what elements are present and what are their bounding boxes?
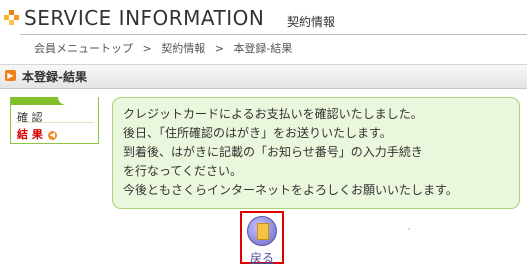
breadcrumb-item-member-menu[interactable]: 会員メニュートップ (34, 42, 133, 55)
message-line: 到着後、はがきに記載の「お知らせ番号」の入力手続き (123, 145, 423, 159)
step-result: 結 果 ◀ (17, 126, 57, 142)
message-line: 今後ともさくらインターネットをよろしくお願いいたします。 (123, 183, 458, 197)
message-box: クレジットカードによるお支払いを確認いたしました。 後日、「住所確認のはがき」を… (112, 97, 520, 209)
message-line: を行なってください。 (123, 164, 243, 178)
breadcrumb-item-current: 本登録-結果 (233, 42, 293, 55)
breadcrumb: 会員メニュートップ > 契約情報 > 本登録-結果 (34, 40, 292, 56)
step-divider (15, 122, 94, 123)
logo-icon (4, 10, 20, 26)
play-icon: ▶ (5, 70, 16, 81)
message-line: 後日、「住所確認のはがき」をお送りいたします。 (123, 126, 392, 140)
page-subtitle: 契約情報 (287, 15, 336, 29)
breadcrumb-separator: > (142, 42, 152, 55)
message-line: クレジットカードによるお支払いを確認いたしました。 (123, 107, 423, 121)
section-header: ▶ 本登録-結果 (0, 64, 527, 89)
section-title: 本登録-結果 (22, 70, 87, 84)
breadcrumb-separator: > (214, 42, 224, 55)
back-button[interactable]: 戻る (240, 211, 284, 266)
document-sheet (257, 223, 269, 240)
breadcrumb-item-contract-info[interactable]: 契約情報 (161, 42, 205, 55)
step-result-label: 結 果 (17, 128, 43, 141)
page-title: SERVICE INFORMATION (24, 6, 265, 30)
step-indicator-tab (11, 97, 98, 105)
decorative-dot (408, 228, 410, 230)
arrow-left-icon: ◀ (47, 130, 57, 140)
back-button-label[interactable]: 戻る (242, 249, 282, 266)
title-divider (20, 34, 527, 35)
step-indicator: 確 認 結 果 ◀ (10, 97, 99, 144)
document-icon (247, 216, 277, 246)
